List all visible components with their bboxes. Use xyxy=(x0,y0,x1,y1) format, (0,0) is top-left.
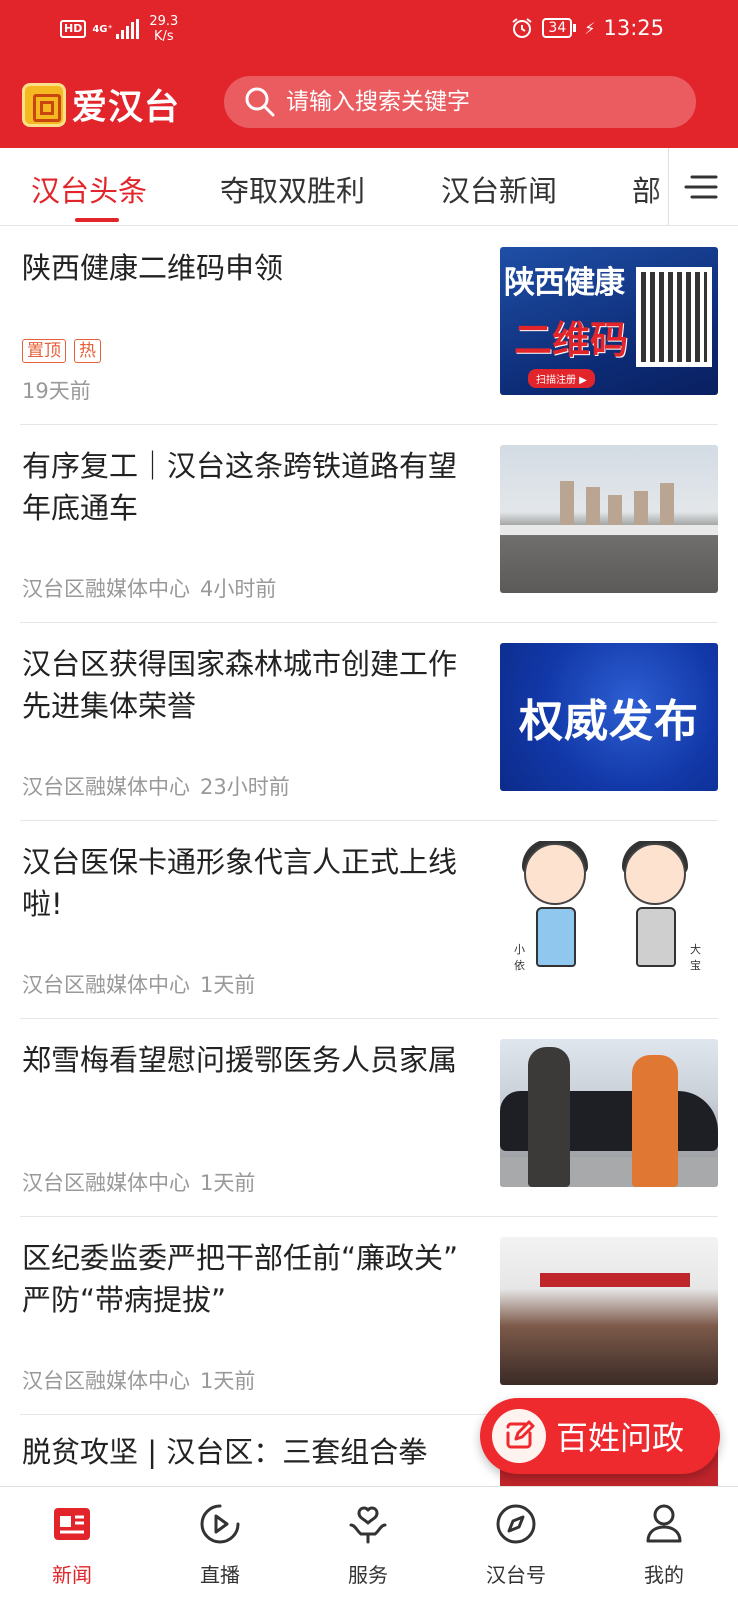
hd-badge: HD xyxy=(60,20,87,38)
nav-live[interactable]: 直播 xyxy=(146,1501,294,1588)
edit-icon xyxy=(492,1409,546,1463)
news-thumbnail: 权威发布 xyxy=(500,643,718,791)
news-thumbnail: 小 依 大 宝 xyxy=(500,841,718,989)
news-tags: 置顶 热 xyxy=(22,339,101,363)
news-title: 陕西健康二维码申领 xyxy=(22,251,284,285)
news-meta: 汉台区融媒体中心 23小时前 xyxy=(22,771,290,801)
channel-tabs: 汉台头条 夺取双胜利 汉台新闻 部 xyxy=(0,148,738,226)
news-meta: 汉台区融媒体中心 1天前 xyxy=(22,969,255,999)
news-source: 汉台区融媒体中心 xyxy=(22,1369,190,1393)
news-thumbnail: 陕西健康 二维码 扫描注册 ▶ xyxy=(500,247,718,395)
tab-headlines[interactable]: 汉台头条 xyxy=(31,168,147,210)
news-item[interactable]: 汉台医保卡通形象代言人正式上线啦! 汉台区融媒体中心 1天前 小 依 大 宝 xyxy=(20,821,718,1019)
news-title: 有序复工｜汉台这条跨铁道路有望年底通车 xyxy=(22,449,458,525)
signal-icon xyxy=(116,19,140,39)
news-thumbnail xyxy=(500,1039,718,1187)
search-input[interactable] xyxy=(286,89,666,115)
nav-news[interactable]: 新闻 xyxy=(0,1501,146,1588)
news-source: 汉台区融媒体中心 xyxy=(22,577,190,601)
news-meta: 汉台区融媒体中心 1天前 xyxy=(22,1365,255,1395)
nav-mine[interactable]: 我的 xyxy=(590,1501,738,1588)
news-time: 1天前 xyxy=(200,1369,256,1393)
news-time: 1天前 xyxy=(200,973,256,997)
news-list: 陕西健康二维码申领 置顶 热 19天前 陕西健康 二维码 扫描注册 ▶ 有序复工… xyxy=(0,227,738,1495)
news-time: 19天前 xyxy=(22,379,91,403)
news-meta: 汉台区融媒体中心 4小时前 xyxy=(22,573,276,603)
status-right: 34 ⚡ 13:25 xyxy=(510,16,664,40)
status-left: HD 4G⁺ 29.3 K/s xyxy=(60,14,178,44)
nav-label: 我的 xyxy=(644,1563,684,1587)
news-item[interactable]: 陕西健康二维码申领 置顶 热 19天前 陕西健康 二维码 扫描注册 ▶ xyxy=(20,227,718,425)
public-inquiry-button[interactable]: 百姓问政 xyxy=(480,1398,720,1474)
news-source: 汉台区融媒体中心 xyxy=(22,775,190,799)
charging-icon: ⚡ xyxy=(584,18,596,38)
qr-code-icon xyxy=(636,267,712,367)
news-title: 汉台医保卡通形象代言人正式上线啦! xyxy=(22,845,458,921)
news-item[interactable]: 区纪委监委严把干部任前“廉政关” 严防“带病提拔” 汉台区融媒体中心 1天前 xyxy=(20,1217,718,1415)
cartoon-label: 小 依 xyxy=(514,943,525,972)
cartoon-label: 大 宝 xyxy=(690,943,701,972)
compass-icon xyxy=(496,1504,536,1544)
news-time: 23小时前 xyxy=(200,775,290,799)
news-title: 脱贫攻坚 | 汉台区：三套组合拳 xyxy=(22,1435,428,1469)
speed-value: 29.3 xyxy=(149,14,179,29)
nav-label: 新闻 xyxy=(52,1563,92,1587)
thumbnail-text: 二维码 xyxy=(514,318,629,362)
tag-pinned: 置顶 xyxy=(22,339,66,363)
nav-label: 直播 xyxy=(200,1563,240,1587)
tab-hantai-news[interactable]: 汉台新闻 xyxy=(441,168,557,210)
tag-hot: 热 xyxy=(74,339,101,363)
news-meta: 汉台区融媒体中心 1天前 xyxy=(22,1167,255,1197)
thumbnail-button-text: 扫描注册 ▶ xyxy=(528,369,595,388)
tab-double-victory[interactable]: 夺取双胜利 xyxy=(220,168,365,210)
service-icon xyxy=(349,1506,387,1544)
logo-mark-icon xyxy=(22,82,66,127)
news-thumbnail xyxy=(500,445,718,593)
speed-unit: K/s xyxy=(153,29,174,44)
tab-partial[interactable]: 部 xyxy=(632,168,661,210)
news-title: 区纪委监委严把干部任前“廉政关” 严防“带病提拔” xyxy=(22,1241,459,1317)
news-icon xyxy=(54,1508,90,1540)
channel-menu-icon[interactable] xyxy=(684,170,718,204)
thumbnail-text: 权威发布 xyxy=(519,696,699,747)
news-source: 汉台区融媒体中心 xyxy=(22,1171,190,1195)
news-title: 汉台区获得国家森林城市创建工作先进集体荣誉 xyxy=(22,647,458,723)
nav-service[interactable]: 服务 xyxy=(294,1501,442,1588)
bottom-nav: 新闻 直播 服务 汉台号 我的 xyxy=(0,1486,738,1600)
news-source: 汉台区融媒体中心 xyxy=(22,973,190,997)
nav-label: 汉台号 xyxy=(486,1563,546,1587)
battery-icon: 34 xyxy=(542,18,577,38)
search-bar[interactable] xyxy=(224,76,696,128)
nav-label: 服务 xyxy=(348,1563,388,1587)
news-item[interactable]: 汉台区获得国家森林城市创建工作先进集体荣誉 汉台区融媒体中心 23小时前 权威发布 xyxy=(20,623,718,821)
app-header: HD 4G⁺ 29.3 K/s 34 ⚡ 13:25 爱汉台 请输入搜索关键字 xyxy=(0,0,738,148)
battery-level: 34 xyxy=(542,18,573,38)
app-logo: 爱汉台 xyxy=(22,79,180,130)
active-tab-indicator xyxy=(75,218,119,222)
public-inquiry-label: 百姓问政 xyxy=(556,1419,685,1457)
news-title: 郑雪梅看望慰问援鄂医务人员家属 xyxy=(22,1043,458,1077)
alarm-icon xyxy=(512,18,533,38)
search-icon xyxy=(245,87,275,117)
news-time: 4小时前 xyxy=(200,577,277,601)
nav-hantai-account[interactable]: 汉台号 xyxy=(442,1501,590,1588)
thumbnail-text: 陕西健康 xyxy=(504,265,625,301)
status-bar: HD 4G⁺ 29.3 K/s 34 ⚡ 13:25 xyxy=(0,0,738,58)
network-speed: 29.3 K/s xyxy=(149,14,178,44)
news-time: 1天前 xyxy=(200,1171,256,1195)
app-name: 爱汉台 xyxy=(72,87,181,128)
user-icon xyxy=(646,1504,682,1543)
play-icon xyxy=(200,1504,240,1544)
news-item[interactable]: 有序复工｜汉台这条跨铁道路有望年底通车 汉台区融媒体中心 4小时前 xyxy=(20,425,718,623)
news-item[interactable]: 郑雪梅看望慰问援鄂医务人员家属 汉台区融媒体中心 1天前 xyxy=(20,1019,718,1217)
news-thumbnail xyxy=(500,1237,718,1385)
network-type: 4G⁺ xyxy=(92,23,113,35)
clock: 13:25 xyxy=(603,16,664,40)
news-meta: 19天前 xyxy=(22,375,91,405)
